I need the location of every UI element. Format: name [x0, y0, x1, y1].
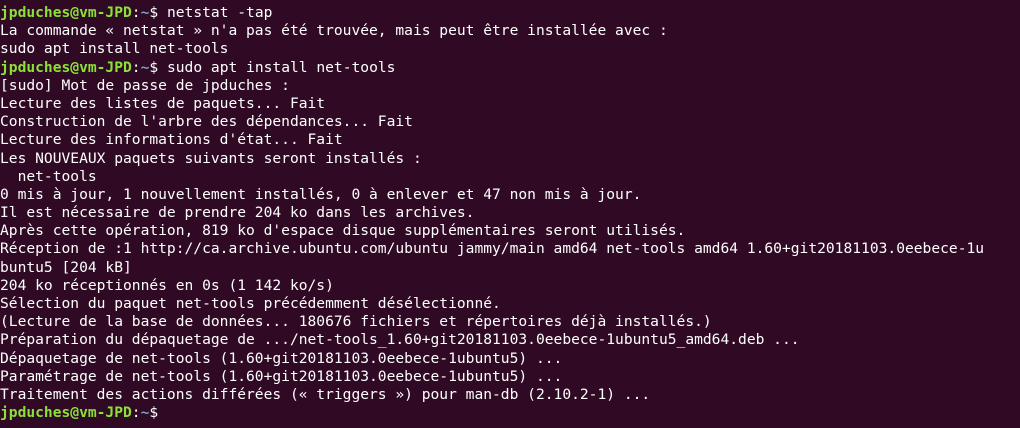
- output-line: Lecture des informations d'état... Fait: [0, 131, 343, 149]
- prompt-line: jpduches@vm-JPD:~$ netstat -tap: [0, 4, 1008, 22]
- scrollbar-thumb[interactable]: [1013, 40, 1017, 380]
- prompt-user-host: jpduches@vm-JPD: [0, 404, 132, 422]
- prompt-user-host: jpduches@vm-JPD: [0, 4, 132, 21]
- command-text: sudo apt install net-tools: [166, 58, 396, 76]
- prompt-symbol: $: [149, 4, 159, 21]
- output-line: Réception de :1 http://ca.archive.ubuntu…: [0, 240, 985, 258]
- output-line: Préparation du dépaquetage de .../net-to…: [0, 331, 800, 349]
- output-line: La commande « netstat » n'a pas été trou…: [0, 22, 668, 40]
- output-line: Lecture des listes de paquets... Fait: [0, 94, 326, 112]
- terminal-output: jpduches@vm-JPD:~$ netstat -tap La comman…: [0, 4, 1008, 422]
- output-line: buntu5 [204 kB]: [0, 258, 132, 276]
- prompt-symbol: $: [149, 404, 159, 422]
- command-text: netstat -tap: [166, 4, 273, 21]
- output-line: Traitement des actions différées (« trig…: [0, 385, 651, 403]
- scrollbar[interactable]: [1008, 0, 1020, 428]
- prompt-user-host: jpduches@vm-JPD: [0, 58, 132, 76]
- prompt-line: jpduches@vm-JPD:~$ sudo apt install net-…: [0, 59, 1008, 77]
- output-line: Construction de l'arbre des dépendances.…: [0, 113, 413, 131]
- output-line: Paramétrage de net-tools (1.60+git201811…: [0, 367, 563, 385]
- output-line: [sudo] Mot de passe de jpduches :: [0, 76, 290, 94]
- output-line: Après cette opération, 819 ko d'espace d…: [0, 222, 686, 240]
- output-line: Sélection du paquet net-tools précédemme…: [0, 295, 501, 312]
- prompt-separator: :: [131, 4, 141, 21]
- prompt-separator: :: [131, 404, 141, 422]
- output-line: Les NOUVEAUX paquets suivants seront ins…: [0, 149, 422, 167]
- output-line: (Lecture de la base de données... 180676…: [0, 313, 712, 331]
- output-line: Il est nécessaire de prendre 204 ko dans…: [0, 204, 475, 222]
- output-line: 0 mis à jour, 1 nouvellement installés, …: [0, 185, 642, 203]
- prompt-line: jpduches@vm-JPD:~$: [0, 404, 1008, 422]
- output-line: sudo apt install net-tools: [0, 40, 229, 58]
- output-line: net-tools: [0, 167, 97, 185]
- terminal-window[interactable]: ~~~~ ~~~~~~~~ ~~~~~~~~~~~~ ~~~~~~~~ jpdu…: [0, 0, 1020, 428]
- prompt-symbol: $: [149, 58, 159, 76]
- output-line: 204 ko réceptionnés en 0s (1 142 ko/s): [0, 276, 334, 294]
- output-line: Dépaquetage de net-tools (1.60+git201811…: [0, 349, 563, 367]
- prompt-separator: :: [131, 58, 141, 76]
